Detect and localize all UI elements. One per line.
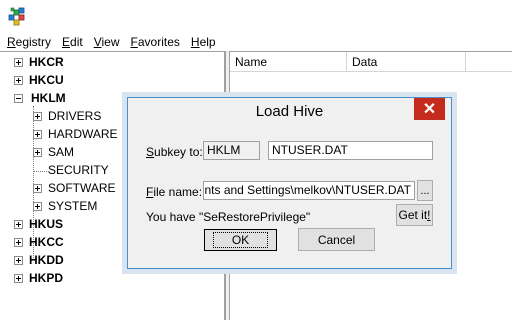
tree-item-hkcu[interactable]: HKCU	[14, 71, 64, 89]
cancel-button[interactable]: Cancel	[298, 228, 375, 251]
collapse-icon[interactable]	[14, 93, 23, 103]
subkey-name-input[interactable]: NTUSER.DAT	[268, 141, 433, 160]
expand-icon[interactable]	[14, 237, 23, 247]
menu-view[interactable]: View	[94, 35, 120, 49]
expand-icon[interactable]	[14, 255, 23, 265]
browse-button[interactable]: ...	[417, 180, 433, 201]
tree-item-system[interactable]: SYSTEM	[33, 197, 97, 215]
expand-icon[interactable]	[14, 57, 23, 67]
column-header-data[interactable]: Data	[347, 52, 466, 72]
expand-icon[interactable]	[33, 129, 42, 139]
dialog-titlebar[interactable]: Load Hive ✕	[128, 98, 451, 124]
close-icon: ✕	[422, 101, 437, 118]
column-header-name[interactable]: Name	[230, 52, 347, 72]
regedit-icon	[8, 6, 28, 26]
expand-icon[interactable]	[33, 147, 42, 157]
tree-item-hkcc[interactable]: HKCC	[14, 233, 64, 251]
tree-item-security[interactable]: SECURITY	[33, 161, 109, 179]
expand-icon[interactable]	[14, 273, 23, 283]
tree-item-software[interactable]: SOFTWARE	[33, 179, 116, 197]
subkey-root-field: HKLM	[203, 141, 260, 160]
tree-item-hkcr[interactable]: HKCR	[14, 53, 64, 71]
menu-favorites[interactable]: Favorites	[131, 35, 180, 49]
expand-icon[interactable]	[33, 183, 42, 193]
tree-item-sam[interactable]: SAM	[33, 143, 74, 161]
close-button[interactable]: ✕	[414, 98, 445, 120]
expand-icon[interactable]	[33, 201, 42, 211]
dialog-title: Load Hive	[255, 103, 324, 120]
expand-icon[interactable]	[33, 111, 42, 121]
window-titlebar	[0, 0, 512, 32]
load-hive-dialog: Load Hive ✕ Subkey to: HKLM NTUSER.DAT F…	[127, 97, 452, 269]
column-headers: Name Data	[230, 52, 512, 72]
menu-edit[interactable]: Edit	[62, 35, 83, 49]
expand-icon[interactable]	[14, 219, 23, 229]
menu-bar: Registry Edit View Favorites Help	[0, 32, 512, 51]
tree-item-hardware[interactable]: HARDWARE	[33, 125, 118, 143]
menu-help[interactable]: Help	[191, 35, 216, 49]
tree-item-hkus[interactable]: HKUS	[14, 215, 63, 233]
menu-registry[interactable]: Registry	[7, 35, 51, 49]
tree-item-hkdd[interactable]: HKDD	[14, 251, 64, 269]
expand-icon[interactable]	[14, 75, 23, 85]
tree-item-hkpd[interactable]: HKPD	[14, 269, 63, 287]
tree-item-drivers[interactable]: DRIVERS	[33, 107, 101, 125]
file-name-input[interactable]: C:\Documents and Settings\melkov\NTUSER.…	[203, 181, 415, 200]
subkey-label: Subkey to:	[146, 145, 203, 159]
file-name-label: File name:	[146, 185, 203, 199]
privilege-status: You have "SeRestorePrivilege"	[146, 210, 311, 224]
ok-button[interactable]: OK	[204, 229, 277, 251]
tree-item-hklm[interactable]: HKLM	[14, 89, 68, 107]
get-it-button[interactable]: Get it!	[396, 204, 433, 226]
